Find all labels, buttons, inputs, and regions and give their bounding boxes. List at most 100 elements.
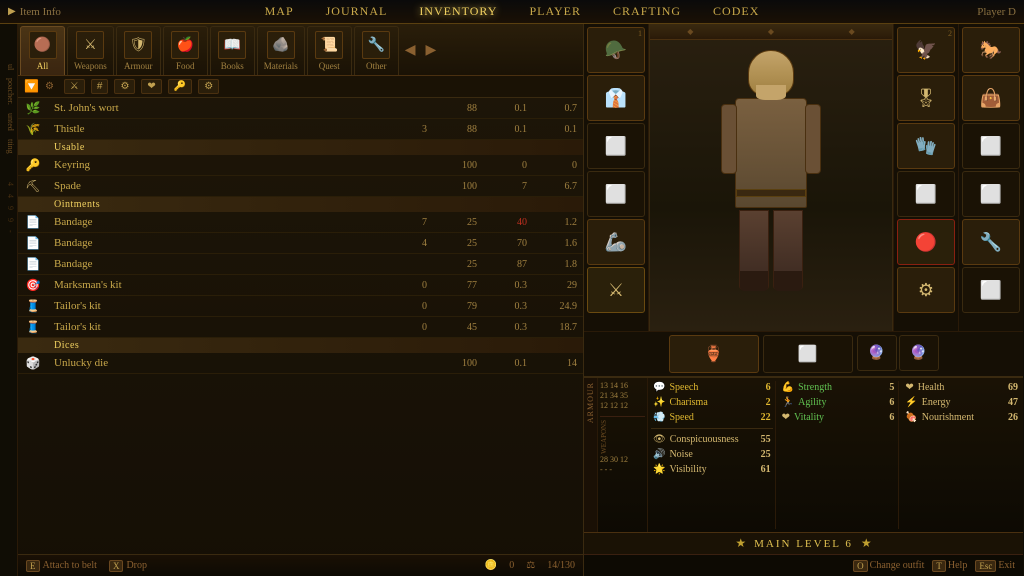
equip-slot-r3[interactable]: 🧤: [897, 123, 955, 169]
far-right-equipment: 🐎 👜 ⬜ ⬜ 🔧 ⬜: [958, 24, 1023, 331]
change-outfit-action[interactable]: O Change outfit: [853, 560, 924, 572]
inventory-panel: 🟤 All ⚔ Weapons 🛡 Armour 🍎 Food 📖: [18, 24, 583, 576]
equip-slot-extra1[interactable]: ⬜: [763, 335, 853, 373]
tab-books[interactable]: 📖 Books: [210, 26, 255, 75]
main-level-star-left: ★: [735, 536, 746, 551]
next-tab[interactable]: ▶: [422, 26, 441, 75]
item-icon: 📄: [24, 255, 42, 273]
table-row[interactable]: 📄 Bandage 7 25 40 1.2: [18, 212, 583, 233]
item-name: Marksman's kit: [54, 279, 377, 291]
tab-materials[interactable]: 🪨 Materials: [257, 26, 305, 75]
character-portrait: ◆ ◆ ◆: [649, 24, 893, 331]
exit-action[interactable]: Esc Exit: [975, 560, 1015, 572]
other-icon: 🔧: [362, 31, 390, 59]
filter-btn-1[interactable]: ⚔: [64, 79, 85, 94]
nav-inventory[interactable]: INVENTORY: [415, 2, 501, 21]
equip-slot-fr3[interactable]: ⬜: [962, 123, 1020, 169]
table-row[interactable]: 🔑 Keyring 100 0 0: [18, 155, 583, 176]
left-equipment: 🪖1 👔 ⬜ ⬜ 🦾 ⚔: [584, 24, 649, 331]
item-weight: 100: [427, 358, 477, 369]
tab-all[interactable]: 🟤 All: [20, 26, 65, 75]
equip-slot-back[interactable]: ⬜: [587, 171, 645, 217]
tab-all-label: All: [37, 61, 49, 71]
item-icon: 🧵: [24, 297, 42, 315]
table-row[interactable]: 📄 Bandage 4 25 70 1.6: [18, 233, 583, 254]
character-figure: [706, 40, 836, 300]
item-icon: 🎲: [24, 354, 42, 372]
equip-slot-chest-armor[interactable]: 🏺: [669, 335, 759, 373]
equip-slot-hands[interactable]: 🦾: [587, 219, 645, 265]
bottom-equipment: 🏺 ⬜ 🔮 🔮: [584, 331, 1023, 377]
player-label: Player D: [977, 6, 1016, 18]
stat-energy: ⚡ Energy 47: [903, 396, 1020, 409]
table-row[interactable]: ⛏ Spade 100 7 6.7: [18, 176, 583, 197]
tab-other[interactable]: 🔧 Other: [354, 26, 399, 75]
tab-food-label: Food: [176, 61, 195, 71]
category-header: Ointments: [18, 197, 583, 212]
equip-slot-shield[interactable]: ⚙: [897, 267, 955, 313]
equip-slot-chest[interactable]: ⬜: [587, 123, 645, 169]
item-val2: 24.9: [527, 301, 577, 312]
table-row[interactable]: 🎲 Unlucky die 100 0.1 14: [18, 353, 583, 374]
equip-slot-r2[interactable]: 🎖: [897, 75, 955, 121]
prev-tab[interactable]: ◀: [401, 26, 420, 75]
table-row[interactable]: 📄 Bandage 25 87 1.8: [18, 254, 583, 275]
equip-slot-sm2[interactable]: 🔮: [899, 335, 939, 371]
equip-slot-r1[interactable]: 🦅2: [897, 27, 955, 73]
item-val1: 40: [477, 217, 527, 228]
tab-weapons[interactable]: ⚔ Weapons: [67, 26, 114, 75]
tab-armour[interactable]: 🛡 Armour: [116, 26, 161, 75]
table-row[interactable]: 🎯 Marksman's kit 0 77 0.3 29: [18, 275, 583, 296]
books-icon: 📖: [218, 31, 246, 59]
filter-label: ⚙: [45, 81, 54, 92]
item-qty: 0: [377, 322, 427, 333]
equip-slot-weapon[interactable]: ⚔: [587, 267, 645, 313]
table-row[interactable]: 🌿 St. John's wort 88 0.1 0.7: [18, 98, 583, 119]
filter-btn-4[interactable]: ❤: [141, 79, 161, 94]
char-boot-right: [774, 271, 802, 291]
nav-journal[interactable]: JOURNAL: [322, 2, 392, 21]
equip-slot-fr5[interactable]: 🔧: [962, 219, 1020, 265]
bottom-actions: E Attach to belt X Drop: [26, 560, 147, 572]
table-row[interactable]: 🧵 Tailor's kit 0 45 0.3 18.7: [18, 317, 583, 338]
equip-slot-fr1[interactable]: 🐎: [962, 27, 1020, 73]
item-weight: 25: [427, 217, 477, 228]
filter-bar: 🔽 ⚙ ⚔ # ⚙ ❤ 🔑 ⚙: [18, 76, 583, 98]
tab-food[interactable]: 🍎 Food: [163, 26, 208, 75]
nav-player[interactable]: PLAYER: [525, 2, 585, 21]
nav-crafting[interactable]: CRAFTING: [609, 2, 685, 21]
item-weight: 100: [427, 181, 477, 192]
nav-map[interactable]: MAP: [261, 2, 298, 21]
filter-btn-6[interactable]: ⚙: [198, 79, 219, 94]
item-weight: 88: [427, 124, 477, 135]
char-arm-right: [805, 104, 821, 174]
help-action[interactable]: T Help: [932, 560, 967, 572]
bottom-nav: O Change outfit T Help Esc Exit: [584, 554, 1023, 576]
nav-codex[interactable]: CODEX: [709, 2, 763, 21]
table-row[interactable]: 🌾 Thistle 3 88 0.1 0.1: [18, 119, 583, 140]
item-icon: 🔑: [24, 156, 42, 174]
filter-btn-2[interactable]: #: [91, 79, 109, 94]
equip-slot-fr4[interactable]: ⬜: [962, 171, 1020, 217]
equip-slot-fr2[interactable]: 👜: [962, 75, 1020, 121]
equip-slot-neck[interactable]: 👔: [587, 75, 645, 121]
equip-slot-r5[interactable]: 🔴: [897, 219, 955, 265]
main-level-star-right: ★: [861, 536, 872, 551]
item-weight: 100: [427, 160, 477, 171]
stat-conspicuousness: 👁 Conspicuousness 55: [651, 433, 773, 446]
extra-slots: 🔮 🔮: [857, 335, 939, 373]
equip-slot-fr6[interactable]: ⬜: [962, 267, 1020, 313]
item-info-label: ▶ Item Info: [8, 6, 61, 18]
item-val1: 70: [477, 238, 527, 249]
table-row[interactable]: 🧵 Tailor's kit 0 79 0.3 24.9: [18, 296, 583, 317]
drop-action[interactable]: X Drop: [109, 560, 147, 572]
equip-slot-sm1[interactable]: 🔮: [857, 335, 897, 371]
item-qty: 4: [377, 238, 427, 249]
main-level-bar: ★ MAIN LEVEL 6 ★: [584, 532, 1023, 554]
equip-slot-head[interactable]: 🪖1: [587, 27, 645, 73]
filter-btn-3[interactable]: ⚙: [114, 79, 135, 94]
filter-btn-5[interactable]: 🔑: [168, 79, 192, 94]
attach-belt-action[interactable]: E Attach to belt: [26, 560, 97, 572]
equip-slot-r4[interactable]: ⬜: [897, 171, 955, 217]
tab-quest[interactable]: 📜 Quest: [307, 26, 352, 75]
